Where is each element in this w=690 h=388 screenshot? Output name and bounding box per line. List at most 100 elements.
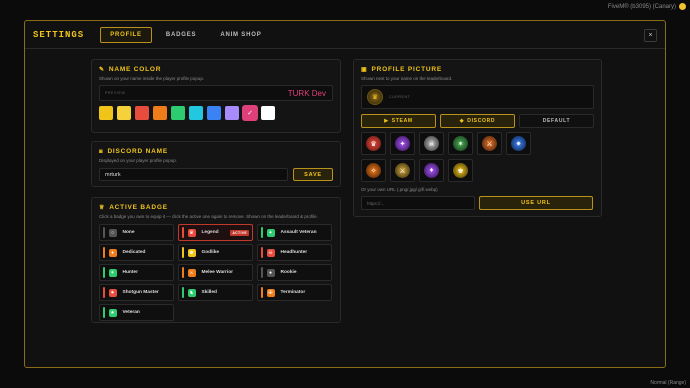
image-icon: ▣ — [361, 67, 368, 73]
profile-picture-card: ▣ PROFILE PICTURE Shown next to your name… — [353, 59, 602, 217]
preview-label: PREVIEW — [105, 91, 126, 95]
badge-name: Legend — [201, 230, 219, 235]
badge-name: Shotgun Master — [122, 290, 159, 295]
badge-item[interactable]: ✶ Hunter — [99, 264, 174, 281]
badge-accent — [182, 287, 184, 298]
badge-name: Terminator — [280, 290, 306, 295]
active-badge-title: ACTIVE BADGE — [109, 204, 168, 211]
save-button[interactable]: SAVE — [293, 168, 333, 181]
badge-accent — [261, 287, 263, 298]
avatar-emblem-icon: ☠ — [424, 136, 439, 151]
close-icon: × — [648, 32, 653, 39]
badge-accent — [103, 287, 105, 298]
mode-indicator: Normal (Range) — [650, 380, 686, 386]
color-swatch[interactable] — [189, 106, 203, 120]
avatar-option[interactable]: ✧ — [361, 159, 386, 182]
badge-accent — [182, 247, 184, 258]
badge-name: Dedicated — [122, 250, 146, 255]
badge-icon: ● — [266, 268, 275, 277]
avatar-option[interactable]: ♦ — [419, 159, 444, 182]
avatar-option[interactable]: ♛ — [361, 132, 386, 155]
badge-item[interactable]: ♦ Dedicated — [99, 244, 174, 261]
avatar-emblem-icon: ✷ — [511, 136, 526, 151]
badge-accent — [103, 227, 105, 238]
avatar-option[interactable]: ⚔ — [390, 159, 415, 182]
badge-item[interactable]: ○ None — [99, 224, 174, 241]
avatar-option[interactable]: ☠ — [419, 132, 444, 155]
badge-accent — [182, 227, 184, 238]
badge-icon: ♛ — [187, 228, 196, 237]
close-button[interactable]: × — [644, 29, 657, 42]
color-swatch[interactable] — [99, 106, 113, 120]
badge-icon: ✦ — [266, 228, 275, 237]
badge-icon: ✶ — [108, 268, 117, 277]
badge-item[interactable]: ♞ Skilled — [178, 284, 253, 301]
color-swatch[interactable]: ✓ — [243, 106, 257, 120]
steam-label: STEAM — [391, 118, 413, 124]
avatar-emblem-icon: ♦ — [424, 163, 439, 178]
current-picture: ♛ CURRENT — [361, 85, 594, 109]
badge-name: Godlike — [201, 250, 220, 255]
tab-anim-shop[interactable]: ANIM SHOP — [210, 27, 271, 43]
color-swatch[interactable] — [135, 106, 149, 120]
color-swatch[interactable] — [225, 106, 239, 120]
discord-label: DISCORD — [467, 118, 496, 124]
badge-icon: ☠ — [266, 248, 275, 257]
color-swatch[interactable] — [117, 106, 131, 120]
color-swatch[interactable] — [261, 106, 275, 120]
badge-item[interactable]: ♛ Legend ACTIVE — [178, 224, 253, 241]
name-preview: PREVIEW TURK Dev — [99, 85, 333, 101]
url-note: Or your own URL (.png/.jpg/.gif/.webp) — [361, 187, 438, 192]
tab-profile[interactable]: PROFILE — [100, 26, 152, 43]
discord-button[interactable]: ◆ DISCORD — [440, 114, 515, 128]
badge-accent — [103, 307, 105, 318]
avatar-option[interactable]: ✶ — [448, 132, 473, 155]
current-label: CURRENT — [389, 95, 411, 99]
color-swatch[interactable] — [153, 106, 167, 120]
badge-icon: ♞ — [187, 288, 196, 297]
smiley-icon — [679, 3, 686, 10]
badge-item[interactable]: ✠ Terminator — [257, 284, 332, 301]
badge-grid: ○ None ♛ Legend ACTIVE ✦ Assault Veteran ♦ Dedic… — [99, 224, 333, 321]
badge-icon: ♦ — [108, 248, 117, 257]
badge-item[interactable]: ☠ Headhunter — [257, 244, 332, 261]
badge-name: Veteran — [122, 310, 140, 315]
avatar-option[interactable]: ✦ — [390, 132, 415, 155]
avatar-option[interactable]: ⚔ — [477, 132, 502, 155]
default-button[interactable]: DEFAULT — [519, 114, 594, 128]
color-swatch[interactable] — [207, 106, 221, 120]
steam-button[interactable]: ▶ STEAM — [361, 114, 436, 128]
color-swatch[interactable] — [171, 106, 185, 120]
avatar-emblem-icon: ♚ — [453, 163, 468, 178]
badge-name: Rookie — [280, 270, 297, 275]
avatar-option[interactable]: ♚ — [448, 159, 473, 182]
badge-item[interactable]: ♚ Godlike — [178, 244, 253, 261]
badge-name: Headhunter — [280, 250, 308, 255]
preview-name: TURK Dev — [287, 89, 326, 98]
badge-accent — [261, 247, 263, 258]
url-input[interactable]: https://... — [361, 196, 475, 210]
badge-accent — [182, 267, 184, 278]
badge-icon: ⚔ — [187, 268, 196, 277]
avatar-option[interactable]: ✷ — [506, 132, 531, 155]
avatar-emblem-icon: ✧ — [366, 163, 381, 178]
system-title-bar: FiveM® (b3095) (Canary) — [608, 3, 686, 10]
system-title: FiveM® (b3095) (Canary) — [607, 3, 676, 10]
badge-accent — [261, 227, 263, 238]
active-badge-card: ♕ ACTIVE BADGE Click a badge you own to e… — [91, 197, 341, 323]
name-color-subtitle: Shown on your name inside the player pro… — [99, 76, 205, 81]
play-icon: ▶ — [384, 118, 389, 124]
badge-accent — [261, 267, 263, 278]
badge-item[interactable]: ✷ Shotgun Master — [99, 284, 174, 301]
badge-item[interactable]: ★ Veteran — [99, 304, 174, 321]
use-url-button[interactable]: USE URL — [479, 196, 593, 210]
name-color-title: NAME COLOR — [108, 66, 162, 73]
tab-badges[interactable]: BADGES — [156, 27, 206, 43]
badge-icon: ★ — [108, 308, 117, 317]
badge-item[interactable]: ● Rookie — [257, 264, 332, 281]
badge-item[interactable]: ⚔ Melee Warrior — [178, 264, 253, 281]
badge-icon: ♚ — [187, 248, 196, 257]
avatar-emblem-icon: ⚔ — [395, 163, 410, 178]
badge-item[interactable]: ✦ Assault Veteran — [257, 224, 332, 241]
discord-name-input[interactable]: mrturk — [99, 168, 288, 181]
